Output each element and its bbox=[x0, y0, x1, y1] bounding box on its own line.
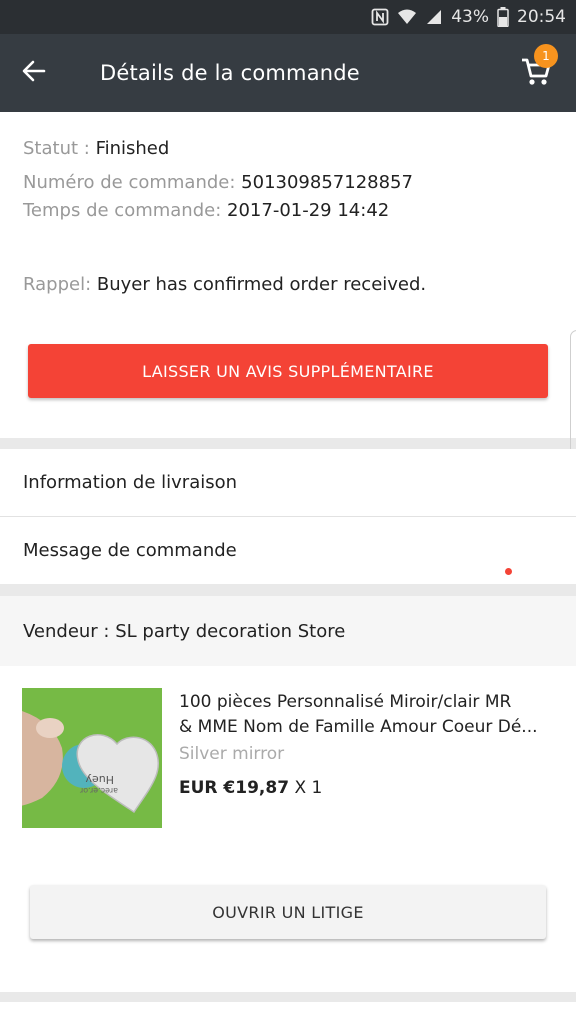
reminder-value: Buyer has confirmed order received. bbox=[96, 274, 427, 295]
order-number-row: Numéro de commande: 501309857128857 bbox=[23, 172, 413, 193]
product-thumbnail[interactable]: Huey arec.er.or bbox=[22, 688, 162, 828]
order-number-label: Numéro de commande: bbox=[23, 172, 236, 193]
svg-text:arec.er.or: arec.er.or bbox=[79, 786, 118, 795]
nfc-icon bbox=[371, 8, 389, 26]
shipping-info-label: Information de livraison bbox=[23, 472, 238, 493]
clock: 20:54 bbox=[517, 7, 566, 27]
next-card-edge bbox=[0, 1002, 576, 1024]
reminder-label: Rappel: bbox=[23, 274, 92, 295]
product-variant: Silver mirror bbox=[179, 744, 285, 764]
order-time-value: 2017-01-29 14:42 bbox=[227, 200, 390, 221]
product-title-line-1: 100 pièces Personnalisé Miroir/clair MR bbox=[179, 692, 512, 712]
status-bar: 43% 20:54 bbox=[0, 0, 576, 34]
seller-label: Vendeur : bbox=[23, 620, 110, 642]
battery-percent: 43% bbox=[451, 7, 489, 27]
order-message-label: Message de commande bbox=[23, 540, 237, 561]
seller-name: SL party decoration Store bbox=[115, 620, 346, 642]
order-time-label: Temps de commande: bbox=[23, 200, 222, 221]
order-message-item[interactable]: Message de commande bbox=[0, 517, 576, 584]
product-title[interactable]: 100 pièces Personnalisé Miroir/clair MR … bbox=[179, 690, 559, 740]
reminder-row: Rappel: Buyer has confirmed order receiv… bbox=[23, 274, 426, 295]
order-number-value: 501309857128857 bbox=[241, 172, 413, 193]
product-title-line-2: & MME Nom de Famille Amour Coeur Dé... bbox=[179, 717, 538, 737]
page-title: Détails de la commande bbox=[100, 61, 360, 85]
back-button[interactable] bbox=[0, 34, 68, 112]
order-time-row: Temps de commande: 2017-01-29 14:42 bbox=[23, 200, 389, 221]
app-bar: Détails de la commande 1 bbox=[0, 34, 576, 112]
order-summary-card: Statut : Finished Numéro de commande: 50… bbox=[0, 112, 576, 570]
svg-text:Huey: Huey bbox=[85, 773, 114, 786]
status-value: Finished bbox=[95, 138, 170, 159]
cart-button[interactable]: 1 bbox=[514, 44, 558, 96]
order-links-card: Information de livraison Message de comm… bbox=[0, 449, 576, 584]
product-card: Huey arec.er.or 100 pièces Personnalisé … bbox=[0, 666, 576, 992]
seller-header[interactable]: Vendeur : SL party decoration Store bbox=[0, 596, 576, 666]
arrow-left-icon bbox=[21, 58, 47, 88]
wifi-icon bbox=[397, 8, 417, 26]
product-price: EUR €19,87 bbox=[179, 778, 290, 798]
signal-icon bbox=[425, 8, 443, 26]
order-status-row: Statut : Finished bbox=[23, 138, 169, 159]
unread-dot bbox=[505, 568, 512, 575]
battery-icon bbox=[497, 7, 509, 27]
product-quantity: X 1 bbox=[294, 778, 323, 798]
leave-additional-review-button[interactable]: LAISSER UN AVIS SUPPLÉMENTAIRE bbox=[28, 344, 548, 398]
status-label: Statut : bbox=[23, 138, 90, 159]
product-price-row: EUR €19,87 X 1 bbox=[179, 778, 322, 798]
open-dispute-button[interactable]: OUVRIR UN LITIGE bbox=[30, 885, 546, 939]
shipping-info-item[interactable]: Information de livraison bbox=[0, 449, 576, 516]
cart-count-badge: 1 bbox=[534, 44, 558, 68]
